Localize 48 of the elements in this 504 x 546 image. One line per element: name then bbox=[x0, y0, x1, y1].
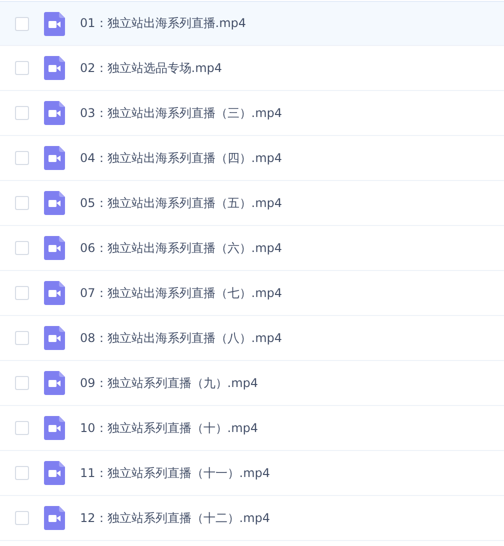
file-name: 09：独立站系列直播（九）.mp4 bbox=[80, 374, 258, 392]
file-row[interactable]: 07：独立站出海系列直播（七）.mp4 bbox=[0, 271, 504, 316]
video-file-icon bbox=[44, 281, 65, 305]
video-file-icon bbox=[44, 506, 65, 530]
checkbox[interactable] bbox=[15, 421, 29, 435]
file-name: 10：独立站系列直播（十）.mp4 bbox=[80, 420, 258, 436]
video-file-icon bbox=[44, 56, 65, 80]
file-name: 01：独立站出海系列直播.mp4 bbox=[80, 15, 246, 32]
checkbox[interactable] bbox=[15, 196, 29, 210]
video-file-icon bbox=[44, 236, 65, 260]
video-file-icon bbox=[44, 326, 65, 350]
checkbox[interactable] bbox=[15, 61, 29, 75]
file-row[interactable]: 09：独立站系列直播（九）.mp4 bbox=[0, 361, 504, 406]
checkbox[interactable] bbox=[15, 106, 29, 120]
file-name: 05：独立站出海系列直播（五）.mp4 bbox=[80, 194, 282, 212]
file-name: 02：独立站选品专场.mp4 bbox=[80, 60, 222, 76]
file-name: 04：独立站出海系列直播（四）.mp4 bbox=[80, 150, 282, 166]
file-row[interactable]: 03：独立站出海系列直播（三）.mp4 bbox=[0, 91, 504, 136]
file-name: 07：独立站出海系列直播（七）.mp4 bbox=[80, 284, 282, 302]
checkbox[interactable] bbox=[15, 241, 29, 255]
file-row[interactable]: 06：独立站出海系列直播（六）.mp4 bbox=[0, 226, 504, 271]
video-file-icon bbox=[44, 12, 65, 36]
checkbox[interactable] bbox=[15, 286, 29, 300]
checkbox[interactable] bbox=[15, 376, 29, 390]
video-file-icon bbox=[44, 146, 65, 170]
video-file-icon bbox=[44, 191, 65, 215]
file-row[interactable]: 04：独立站出海系列直播（四）.mp4 bbox=[0, 136, 504, 181]
file-row[interactable]: 10：独立站系列直播（十）.mp4 bbox=[0, 406, 504, 451]
checkbox[interactable] bbox=[15, 331, 29, 345]
file-row[interactable]: 08：独立站出海系列直播（八）.mp4 bbox=[0, 316, 504, 361]
file-name: 12：独立站系列直播（十二）.mp4 bbox=[80, 510, 270, 526]
file-row[interactable]: 12：独立站系列直播（十二）.mp4 bbox=[0, 496, 504, 541]
file-name: 11：独立站系列直播（十一）.mp4 bbox=[80, 464, 270, 482]
video-file-icon bbox=[44, 461, 65, 485]
checkbox[interactable] bbox=[15, 466, 29, 480]
file-row[interactable]: 05：独立站出海系列直播（五）.mp4 bbox=[0, 181, 504, 226]
video-file-icon bbox=[44, 101, 65, 125]
file-row[interactable]: 01：独立站出海系列直播.mp4 bbox=[0, 1, 504, 46]
file-name: 08：独立站出海系列直播（八）.mp4 bbox=[80, 330, 282, 346]
file-name: 06：独立站出海系列直播（六）.mp4 bbox=[80, 240, 282, 256]
file-row[interactable]: 02：独立站选品专场.mp4 bbox=[0, 46, 504, 91]
checkbox[interactable] bbox=[15, 16, 29, 30]
video-file-icon bbox=[44, 416, 65, 440]
checkbox[interactable] bbox=[15, 151, 29, 165]
file-row[interactable]: 11：独立站系列直播（十一）.mp4 bbox=[0, 451, 504, 496]
video-file-icon bbox=[44, 371, 65, 395]
checkbox[interactable] bbox=[15, 511, 29, 525]
file-name: 03：独立站出海系列直播（三）.mp4 bbox=[80, 104, 282, 122]
